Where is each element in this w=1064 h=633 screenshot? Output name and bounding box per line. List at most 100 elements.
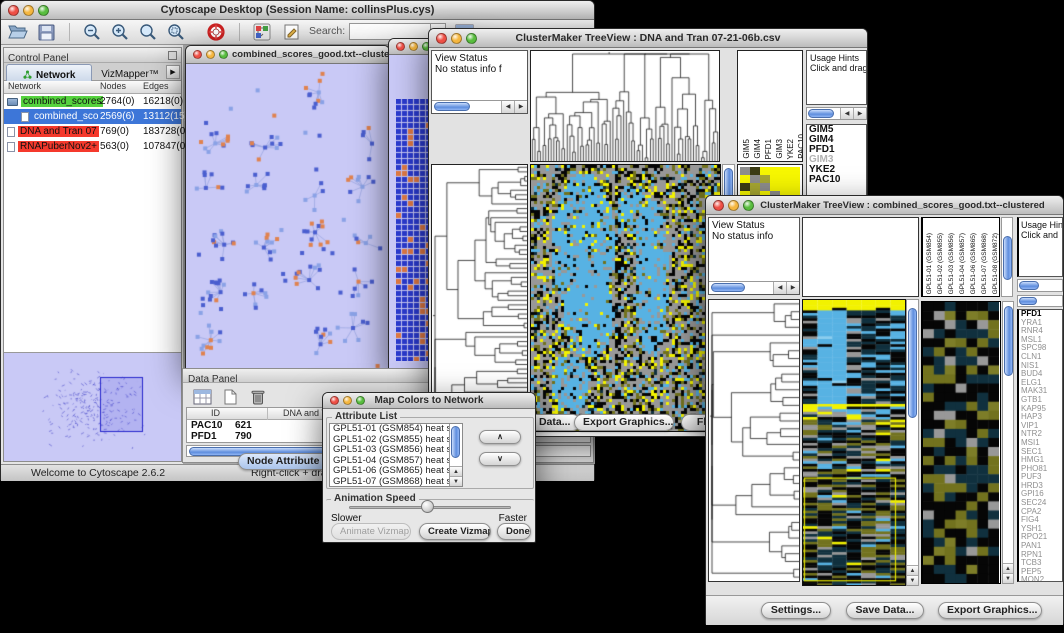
zoom-button[interactable] [356,396,365,405]
matrix-cell[interactable] [770,183,780,191]
scroll-up-button[interactable]: ▲ [450,466,462,476]
data-row-value[interactable]: 790 [235,431,252,442]
matrix-cell[interactable] [750,175,760,183]
save-session-button[interactable] [33,21,59,43]
tv2-heatmap-panel[interactable] [802,299,906,586]
row-dendrogram-canvas[interactable] [709,300,799,581]
tv2-usage-scrollbar[interactable] [1017,279,1063,292]
scroll-right-button[interactable]: ▶ [514,101,527,113]
heatmap-canvas[interactable] [803,300,905,585]
column-label[interactable]: GPL51-02 (GSM855) [936,233,946,294]
close-button[interactable] [193,50,202,59]
matrix-cell[interactable] [760,183,770,191]
scrollbar-thumb[interactable] [808,109,834,118]
scrollbar-thumb[interactable] [434,102,470,111]
network-tree-row[interactable]: combined_scores2764(0)16218(0) [4,94,181,109]
minimize-button[interactable] [451,33,462,44]
matrix-cell[interactable] [780,167,790,175]
data-col-id[interactable]: ID [211,408,220,418]
network-view-title-bar[interactable]: combined_scores_good.txt--cluste... [186,46,389,64]
column-label[interactable]: PAC10 [797,134,802,159]
zoom-in-button[interactable] [107,21,133,43]
minimize-button[interactable] [409,42,418,51]
zoom-button[interactable] [219,50,228,59]
treeview1-title-bar[interactable]: ClusterMaker TreeView : DNA and Tran 07-… [429,29,867,48]
attribute-list-vscrollbar[interactable]: ▲ ▼ [449,424,462,486]
zoom-fit-button[interactable] [135,21,161,43]
zoom-button[interactable] [38,5,49,16]
tv2-heatmap-vscrollbar[interactable]: ▲ ▼ [906,299,919,586]
column-label[interactable]: GPL51-08 (GSM872) [991,233,999,294]
tv2-sub-vscrollbar[interactable]: ▲ ▼ [1002,301,1014,584]
zoom-button[interactable] [466,33,477,44]
scroll-right-button[interactable]: ▶ [853,108,866,119]
col-header-edges[interactable]: Edges [143,81,169,91]
dialog-title-bar[interactable]: Map Colors to Network [323,393,535,409]
close-button[interactable] [330,396,339,405]
minimize-button[interactable] [23,5,34,16]
scroll-up-button[interactable]: ▲ [907,565,918,575]
minimize-button[interactable] [343,396,352,405]
animation-slider-thumb[interactable] [421,500,434,513]
main-title-bar[interactable]: Cytoscape Desktop (Session Name: collins… [1,1,594,20]
column-label[interactable]: GPL51-03 (GSM856) [947,233,957,294]
matrix-cell[interactable] [760,175,770,183]
create-vizmap-button[interactable]: Create Vizmap [419,523,491,540]
minimize-button[interactable] [206,50,215,59]
move-up-button[interactable]: ∧ [479,430,521,444]
network-tree-row[interactable]: combined_sco2569(6)13112(15) [4,109,181,124]
view-status-scrollbar[interactable]: ◀ ▶ [432,100,527,113]
matrix-cell[interactable] [770,175,780,183]
column-label[interactable]: GIM3 [775,139,784,159]
matrix-cell[interactable] [740,175,750,183]
matrix-cell[interactable] [740,167,750,175]
column-label[interactable]: GIM4 [753,139,762,159]
column-label[interactable]: YKE2 [786,139,795,159]
delete-attribute-button[interactable] [245,386,271,408]
matrix-cell[interactable] [780,175,790,183]
matrix-cell[interactable] [780,183,790,191]
scroll-down-button[interactable]: ▼ [1003,573,1013,583]
matrix-cell[interactable] [750,183,760,191]
column-label[interactable]: GPL51-06 (GSM865) [969,233,979,294]
table-mode-button[interactable] [189,386,215,408]
tab-vizmapper[interactable]: VizMapper™ [94,64,166,81]
attribute-item[interactable]: GPL51-01 (GSM854) heat shock 05 min [330,424,462,435]
attribute-item[interactable]: GPL51-03 (GSM856) heat shock 15 min [330,445,462,456]
matrix-cell[interactable] [750,167,760,175]
animate-vizmap-button[interactable]: Animate Vizmap [331,523,411,540]
new-attribute-button[interactable] [217,386,243,408]
column-label[interactable]: GPL51-01 (GSM854) [925,233,935,294]
matrix-cell[interactable] [790,167,800,175]
network-overview-panel[interactable] [4,352,181,461]
matrix-cell[interactable] [790,175,800,183]
close-button[interactable] [8,5,19,16]
float-panel-icon[interactable] [168,51,177,60]
tv2-genelist-scrollbar[interactable] [1017,295,1063,307]
open-session-button[interactable] [5,21,31,43]
scrollbar-thumb[interactable] [908,308,917,418]
move-down-button[interactable]: ∨ [479,452,521,466]
network-view-canvas[interactable] [186,64,389,369]
gene-label[interactable]: PAC10 [807,175,866,185]
heatmap-canvas[interactable] [531,165,720,431]
tab-overflow-button[interactable]: ▶ [166,65,180,79]
data-row-value[interactable]: 621 [235,420,252,431]
tv1-export-graphics-button[interactable]: Export Graphics... [574,414,674,431]
tv1-heatmap-panel[interactable] [530,164,721,432]
network-tree-row[interactable]: DNA and Tran 07769(0)183728(0) [4,124,181,139]
treeview2-title-bar[interactable]: ClusterMaker TreeView : combined_scores_… [706,196,1063,215]
minimize-button[interactable] [728,200,739,211]
tv2-row-dendrogram[interactable] [708,299,800,582]
scroll-up-button[interactable]: ▲ [1003,563,1013,573]
data-row-id[interactable]: PAC10 [191,420,223,431]
zoom-heatmap-canvas[interactable] [923,302,999,583]
tv2-collabel-vscrollbar[interactable] [1001,217,1013,297]
tv2-zoom-submatrix[interactable] [921,301,1001,584]
matrix-cell[interactable] [760,167,770,175]
scroll-right-button[interactable]: ▶ [786,282,799,294]
zoom-selected-button[interactable] [163,21,189,43]
network-tree-row[interactable]: RNAPuberNov2+563(0)107847(0) [4,139,181,154]
close-button[interactable] [436,33,447,44]
annotation-button[interactable] [279,21,305,43]
